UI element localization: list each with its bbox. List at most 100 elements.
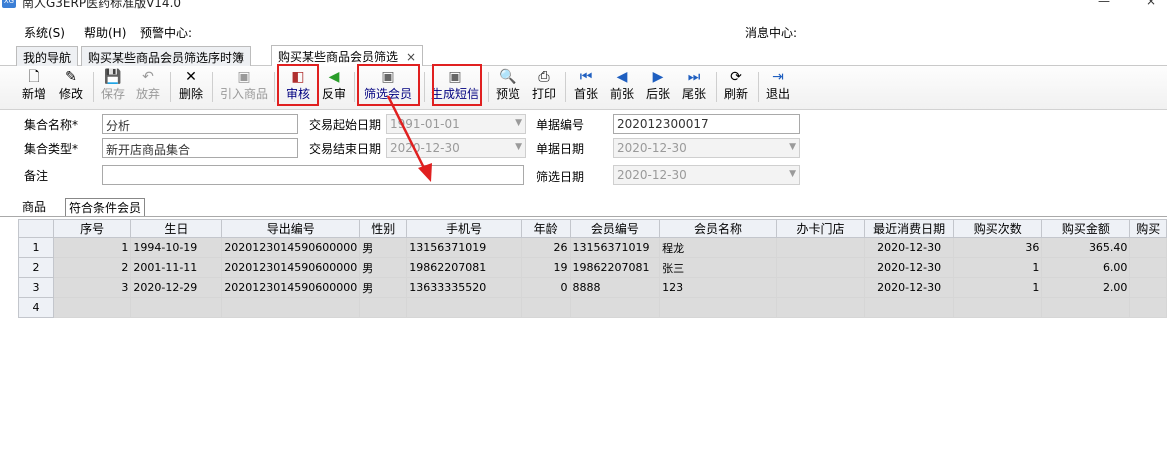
table-cell[interactable]: 19862207081 bbox=[406, 257, 522, 278]
column-header[interactable]: 会员编号 bbox=[569, 219, 661, 238]
discard-button[interactable]: ↶ 放弃 bbox=[134, 68, 162, 106]
column-header[interactable]: 序号 bbox=[52, 219, 132, 238]
table-cell[interactable]: 19862207081 bbox=[569, 257, 661, 278]
table-cell[interactable]: 36 bbox=[953, 237, 1043, 258]
table-cell[interactable]: 1 bbox=[953, 257, 1043, 278]
table-cell[interactable]: 365.40 bbox=[1041, 237, 1131, 258]
row-number-cell[interactable]: 3 bbox=[18, 277, 54, 298]
table-cell[interactable] bbox=[1129, 277, 1167, 298]
new-button[interactable]: 🗋 新增 bbox=[20, 68, 48, 106]
save-button[interactable]: 💾 保存 bbox=[99, 68, 127, 106]
table-row[interactable]: 1 1 1994-10-19 2020123014590600000 男 13156371… bbox=[18, 237, 1167, 258]
filter-date-dropdown[interactable]: 2020-12-30 ▼ bbox=[613, 165, 800, 185]
table-cell[interactable]: 1 bbox=[52, 237, 132, 258]
subtab-goods[interactable]: 商品 bbox=[22, 198, 46, 215]
close-icon[interactable]: × bbox=[406, 50, 416, 64]
table-cell[interactable] bbox=[775, 297, 866, 318]
table-cell[interactable]: 13156371019 bbox=[406, 237, 522, 258]
column-header[interactable]: 最近消费日期 bbox=[863, 219, 955, 238]
table-cell[interactable]: 13156371019 bbox=[569, 237, 661, 258]
table-cell[interactable] bbox=[775, 257, 866, 278]
table-cell[interactable]: 1 bbox=[953, 277, 1043, 298]
remark-input[interactable] bbox=[102, 165, 524, 185]
table-cell[interactable] bbox=[130, 297, 223, 318]
menu-help[interactable]: 帮助(H) bbox=[84, 24, 126, 41]
table-cell[interactable]: 13633335520 bbox=[406, 277, 522, 298]
set-type-input[interactable]: 新开店商品集合 bbox=[102, 138, 298, 158]
row-number-header[interactable] bbox=[18, 219, 54, 238]
table-cell[interactable]: 2020-12-30 bbox=[863, 237, 955, 258]
column-header[interactable]: 办卡门店 bbox=[775, 219, 866, 238]
table-cell[interactable] bbox=[659, 297, 777, 318]
exit-button[interactable]: ⇥ 退出 bbox=[764, 68, 792, 106]
table-cell[interactable]: 19 bbox=[520, 257, 571, 278]
table-cell[interactable] bbox=[406, 297, 522, 318]
prev-record-button[interactable]: ◀ 前张 bbox=[608, 68, 636, 106]
table-cell[interactable] bbox=[569, 297, 661, 318]
row-number-cell[interactable]: 1 bbox=[18, 237, 54, 258]
minimize-button[interactable]: — bbox=[1098, 0, 1110, 8]
table-cell[interactable] bbox=[520, 297, 571, 318]
table-cell[interactable]: 2 bbox=[52, 257, 132, 278]
table-cell[interactable]: 0 bbox=[520, 277, 571, 298]
table-cell[interactable]: 2001-11-11 bbox=[130, 257, 223, 278]
column-header[interactable]: 性别 bbox=[359, 219, 408, 238]
first-record-button[interactable]: ⏮ 首张 bbox=[572, 68, 600, 106]
refresh-button[interactable]: ⟳ 刷新 bbox=[722, 68, 750, 106]
preview-button[interactable]: 🔍 预览 bbox=[494, 68, 522, 106]
table-cell[interactable]: 男 bbox=[359, 237, 408, 258]
column-header[interactable]: 购买金额 bbox=[1041, 219, 1131, 238]
table-cell[interactable] bbox=[221, 297, 361, 318]
table-cell[interactable]: 2.00 bbox=[1041, 277, 1131, 298]
doc-date-dropdown[interactable]: 2020-12-30 ▼ bbox=[613, 138, 800, 158]
menu-system[interactable]: 系统(S) bbox=[24, 24, 65, 41]
table-cell[interactable]: 张三 bbox=[659, 257, 777, 278]
table-cell[interactable]: 2020-12-30 bbox=[863, 277, 955, 298]
row-number-cell[interactable]: 4 bbox=[18, 297, 54, 318]
edit-button[interactable]: ✎ 修改 bbox=[56, 68, 86, 106]
table-cell[interactable] bbox=[775, 237, 866, 258]
menu-alert-center[interactable]: 预警中心: bbox=[140, 24, 192, 41]
column-header[interactable]: 手机号 bbox=[406, 219, 522, 238]
table-cell[interactable]: 6.00 bbox=[1041, 257, 1131, 278]
table-cell[interactable]: 3 bbox=[52, 277, 132, 298]
tab-filter-journal[interactable]: 购买某些商品会员筛选序时簿 bbox=[81, 46, 252, 66]
table-cell[interactable] bbox=[1041, 297, 1131, 318]
table-row[interactable]: 4 bbox=[18, 297, 1167, 318]
table-cell[interactable]: 2020-12-30 bbox=[863, 257, 955, 278]
doc-no-input[interactable]: 202012300017 bbox=[613, 114, 800, 134]
column-header[interactable]: 购买 bbox=[1129, 219, 1167, 238]
import-goods-button[interactable]: ▣ 引入商品 bbox=[218, 68, 270, 106]
table-cell[interactable]: 男 bbox=[359, 277, 408, 298]
unaudit-button[interactable]: ◀ 反审 bbox=[320, 68, 348, 106]
trade-end-date-dropdown[interactable]: 2020-12-30 ▼ bbox=[386, 138, 526, 158]
table-cell[interactable]: 2020123014590600000 bbox=[221, 257, 361, 278]
row-number-cell[interactable]: 2 bbox=[18, 257, 54, 278]
table-cell[interactable] bbox=[775, 277, 866, 298]
table-cell[interactable] bbox=[1129, 297, 1167, 318]
delete-button[interactable]: ✕ 删除 bbox=[177, 68, 205, 106]
table-cell[interactable]: 26 bbox=[520, 237, 571, 258]
table-cell[interactable]: 8888 bbox=[569, 277, 661, 298]
column-header[interactable]: 会员名称 bbox=[659, 219, 777, 238]
table-cell[interactable] bbox=[1129, 237, 1167, 258]
table-cell[interactable] bbox=[1129, 257, 1167, 278]
message-center[interactable]: 消息中心: bbox=[745, 24, 797, 41]
close-window-button[interactable]: × bbox=[1146, 0, 1156, 8]
tab-my-navigation[interactable]: 我的导航 bbox=[16, 46, 79, 66]
table-cell[interactable]: 2020123014590600000 bbox=[221, 237, 361, 258]
table-cell[interactable] bbox=[863, 297, 955, 318]
table-cell[interactable] bbox=[52, 297, 132, 318]
table-cell[interactable]: 1994-10-19 bbox=[130, 237, 223, 258]
set-name-input[interactable]: 分析 bbox=[102, 114, 298, 134]
table-row[interactable]: 2 2 2001-11-11 2020123014590600000 男 19862207… bbox=[18, 257, 1167, 278]
column-header[interactable]: 购买次数 bbox=[953, 219, 1043, 238]
table-cell[interactable]: 程龙 bbox=[659, 237, 777, 258]
table-cell[interactable] bbox=[953, 297, 1043, 318]
table-cell[interactable]: 2020-12-29 bbox=[130, 277, 223, 298]
column-header[interactable]: 生日 bbox=[130, 219, 223, 238]
table-cell[interactable]: 123 bbox=[659, 277, 777, 298]
table-row[interactable]: 3 3 2020-12-29 2020123014590600000 男 13633335… bbox=[18, 277, 1167, 298]
trade-start-date-dropdown[interactable]: 1991-01-01 ▼ bbox=[386, 114, 526, 134]
subtab-qualified-members[interactable]: 符合条件会员 bbox=[65, 198, 146, 217]
